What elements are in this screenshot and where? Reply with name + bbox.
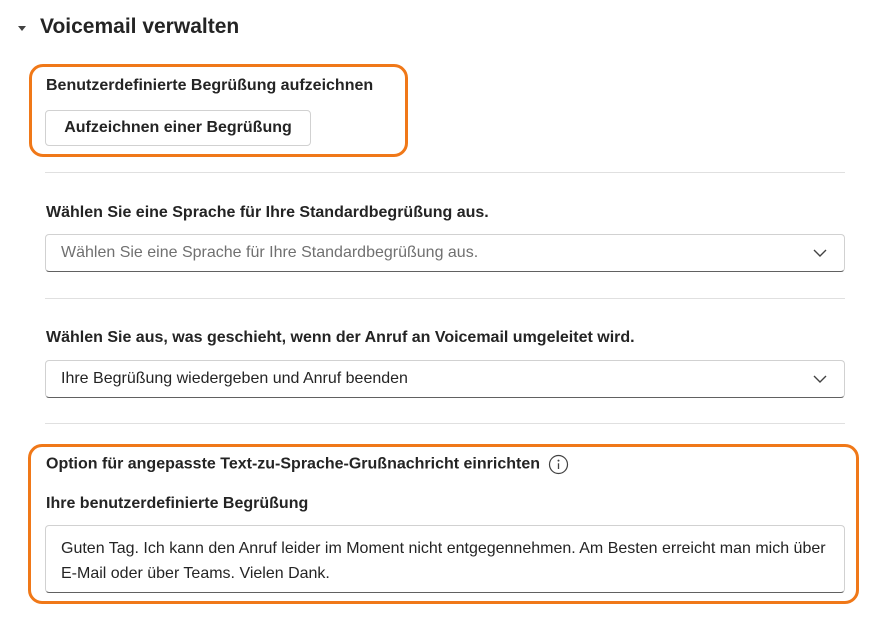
record-greeting-button[interactable]: Aufzeichnen einer Begrüßung xyxy=(45,110,311,146)
divider xyxy=(45,298,845,299)
tts-option-label-text: Option für angepasste Text-zu-Sprache-Gr… xyxy=(46,455,540,473)
divider xyxy=(45,172,845,173)
chevron-down-icon xyxy=(813,375,827,383)
info-icon[interactable] xyxy=(548,454,569,475)
section-header[interactable]: Voicemail verwalten xyxy=(18,12,239,42)
language-placeholder: Wählen Sie eine Sprache für Ihre Standar… xyxy=(61,244,479,261)
redirect-action-dropdown[interactable]: Ihre Begrüßung wiedergeben und Anruf bee… xyxy=(45,360,845,398)
record-greeting-label: Benutzerdefinierte Begrüßung aufzeichnen xyxy=(46,77,374,94)
chevron-down-icon xyxy=(813,249,827,257)
language-label: Wählen Sie eine Sprache für Ihre Standar… xyxy=(46,204,489,221)
custom-greeting-label: Ihre benutzerdefinierte Begrüßung xyxy=(46,495,309,512)
tts-option-label: Option für angepasste Text-zu-Sprache-Gr… xyxy=(46,454,569,475)
redirect-action-value: Ihre Begrüßung wiedergeben und Anruf bee… xyxy=(61,370,408,387)
language-dropdown[interactable]: Wählen Sie eine Sprache für Ihre Standar… xyxy=(45,234,845,272)
divider xyxy=(45,423,845,424)
custom-greeting-textarea[interactable]: Guten Tag. Ich kann den Anruf leider im … xyxy=(45,525,845,593)
section-title: Voicemail verwalten xyxy=(40,15,240,38)
collapse-caret-icon[interactable] xyxy=(18,25,26,31)
redirect-action-label: Wählen Sie aus, was geschieht, wenn der … xyxy=(46,329,635,346)
